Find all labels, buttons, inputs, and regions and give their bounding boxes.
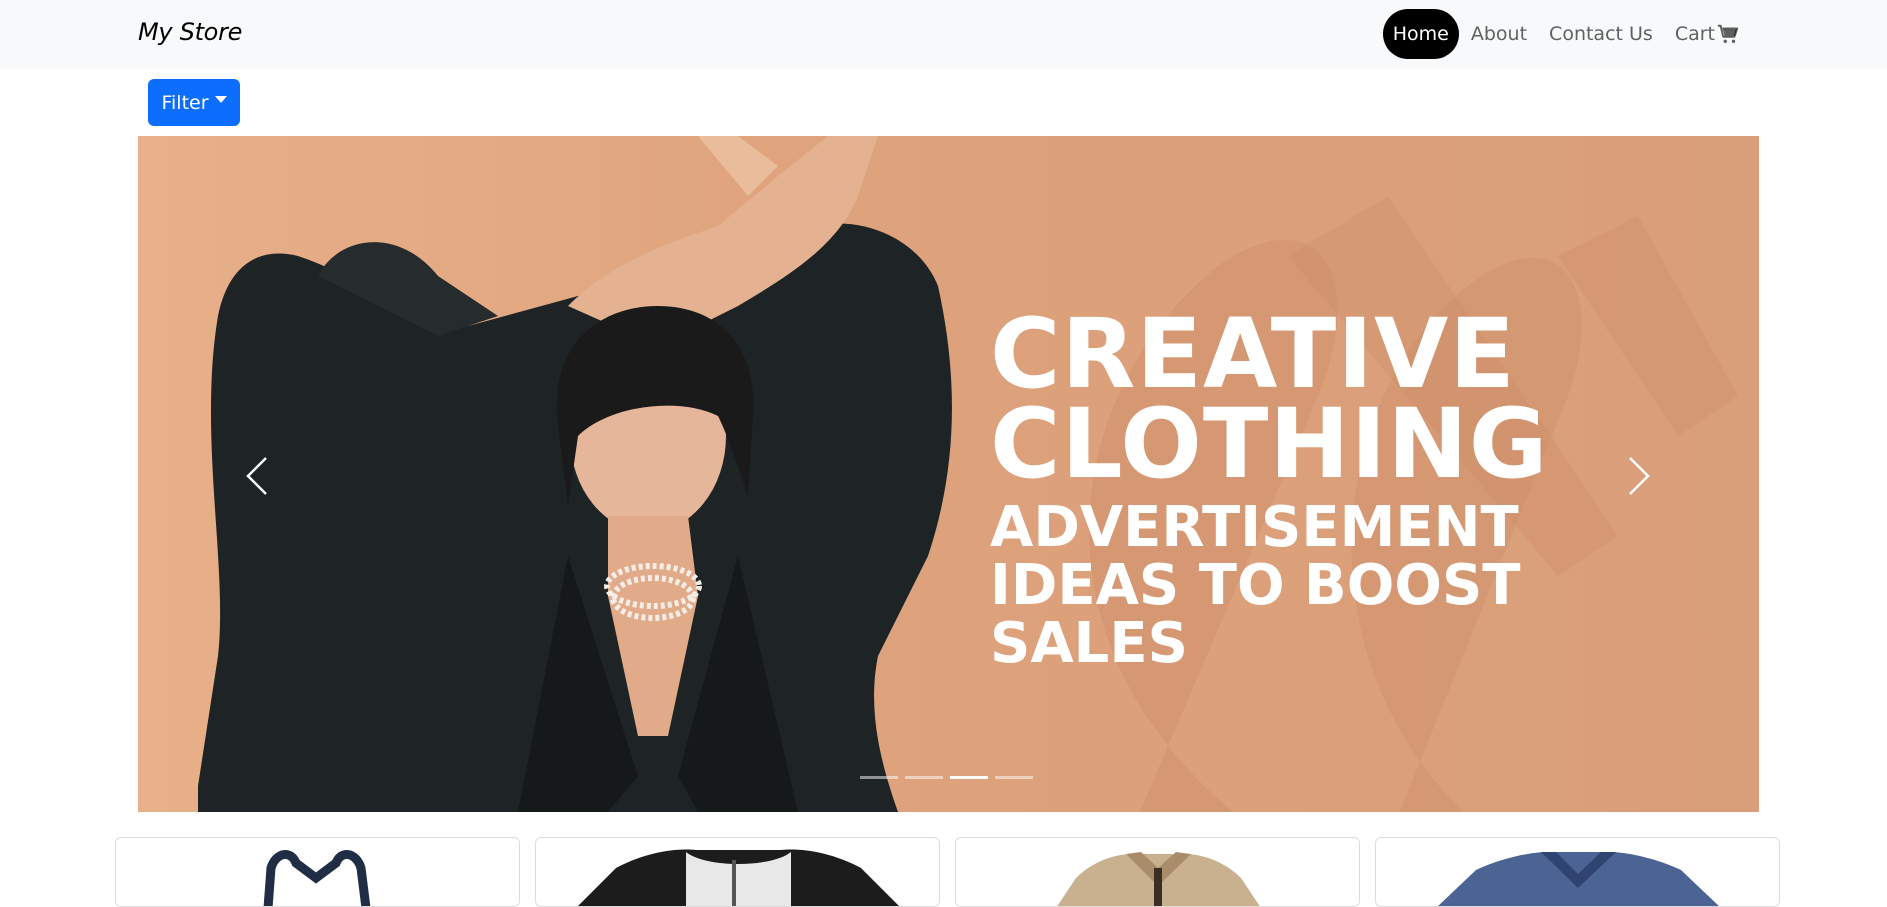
product-image-beige-jacket — [1057, 852, 1260, 906]
chevron-left-icon — [246, 457, 267, 495]
nav-link-home[interactable]: Home — [1382, 9, 1459, 59]
carousel-indicator-1[interactable] — [860, 776, 898, 779]
carousel-indicator-4[interactable] — [995, 776, 1033, 779]
headline-line-5: SALES — [990, 611, 1188, 676]
caret-down-icon — [214, 96, 227, 103]
product-image-blue-tshirt — [1438, 852, 1719, 906]
nav-links: Home About Contact Us Cart — [1382, 9, 1749, 59]
carousel-next-button[interactable] — [1608, 446, 1668, 506]
nav-link-about[interactable]: About — [1461, 9, 1537, 59]
chevron-right-icon — [1629, 457, 1650, 495]
headline-line-3: ADVERTISEMENT — [990, 495, 1519, 560]
product-card[interactable] — [1375, 837, 1780, 907]
brand-logo[interactable]: My Store — [138, 18, 242, 46]
product-image-raglan-shirt — [578, 849, 899, 906]
carousel-indicators — [860, 776, 1033, 779]
headline-line-2: CLOTHING — [990, 388, 1549, 500]
hero-carousel: CREATIVE CLOTHING ADVERTISEMENT IDEAS TO… — [138, 136, 1759, 812]
product-grid — [115, 837, 1780, 907]
filter-dropdown-button[interactable]: Filter — [148, 79, 240, 126]
headline-line-4: IDEAS TO BOOST — [990, 553, 1521, 618]
cart-label: Cart — [1674, 23, 1715, 45]
product-card[interactable] — [535, 837, 940, 907]
slide-headline: CREATIVE CLOTHING ADVERTISEMENT IDEAS TO… — [990, 306, 1549, 672]
product-card[interactable] — [955, 837, 1360, 907]
nav-link-contact[interactable]: Contact Us — [1539, 9, 1663, 59]
carousel-indicator-3[interactable] — [950, 776, 988, 779]
filter-label: Filter — [161, 91, 209, 114]
nav-link-cart[interactable]: Cart — [1665, 9, 1749, 59]
carousel-indicator-2[interactable] — [905, 776, 943, 779]
cart-icon — [1717, 24, 1739, 43]
product-card[interactable] — [115, 837, 520, 907]
carousel-prev-button[interactable] — [228, 446, 288, 506]
navbar: My Store Home About Contact Us Cart — [0, 0, 1887, 69]
product-image-navy-polo — [263, 850, 371, 906]
